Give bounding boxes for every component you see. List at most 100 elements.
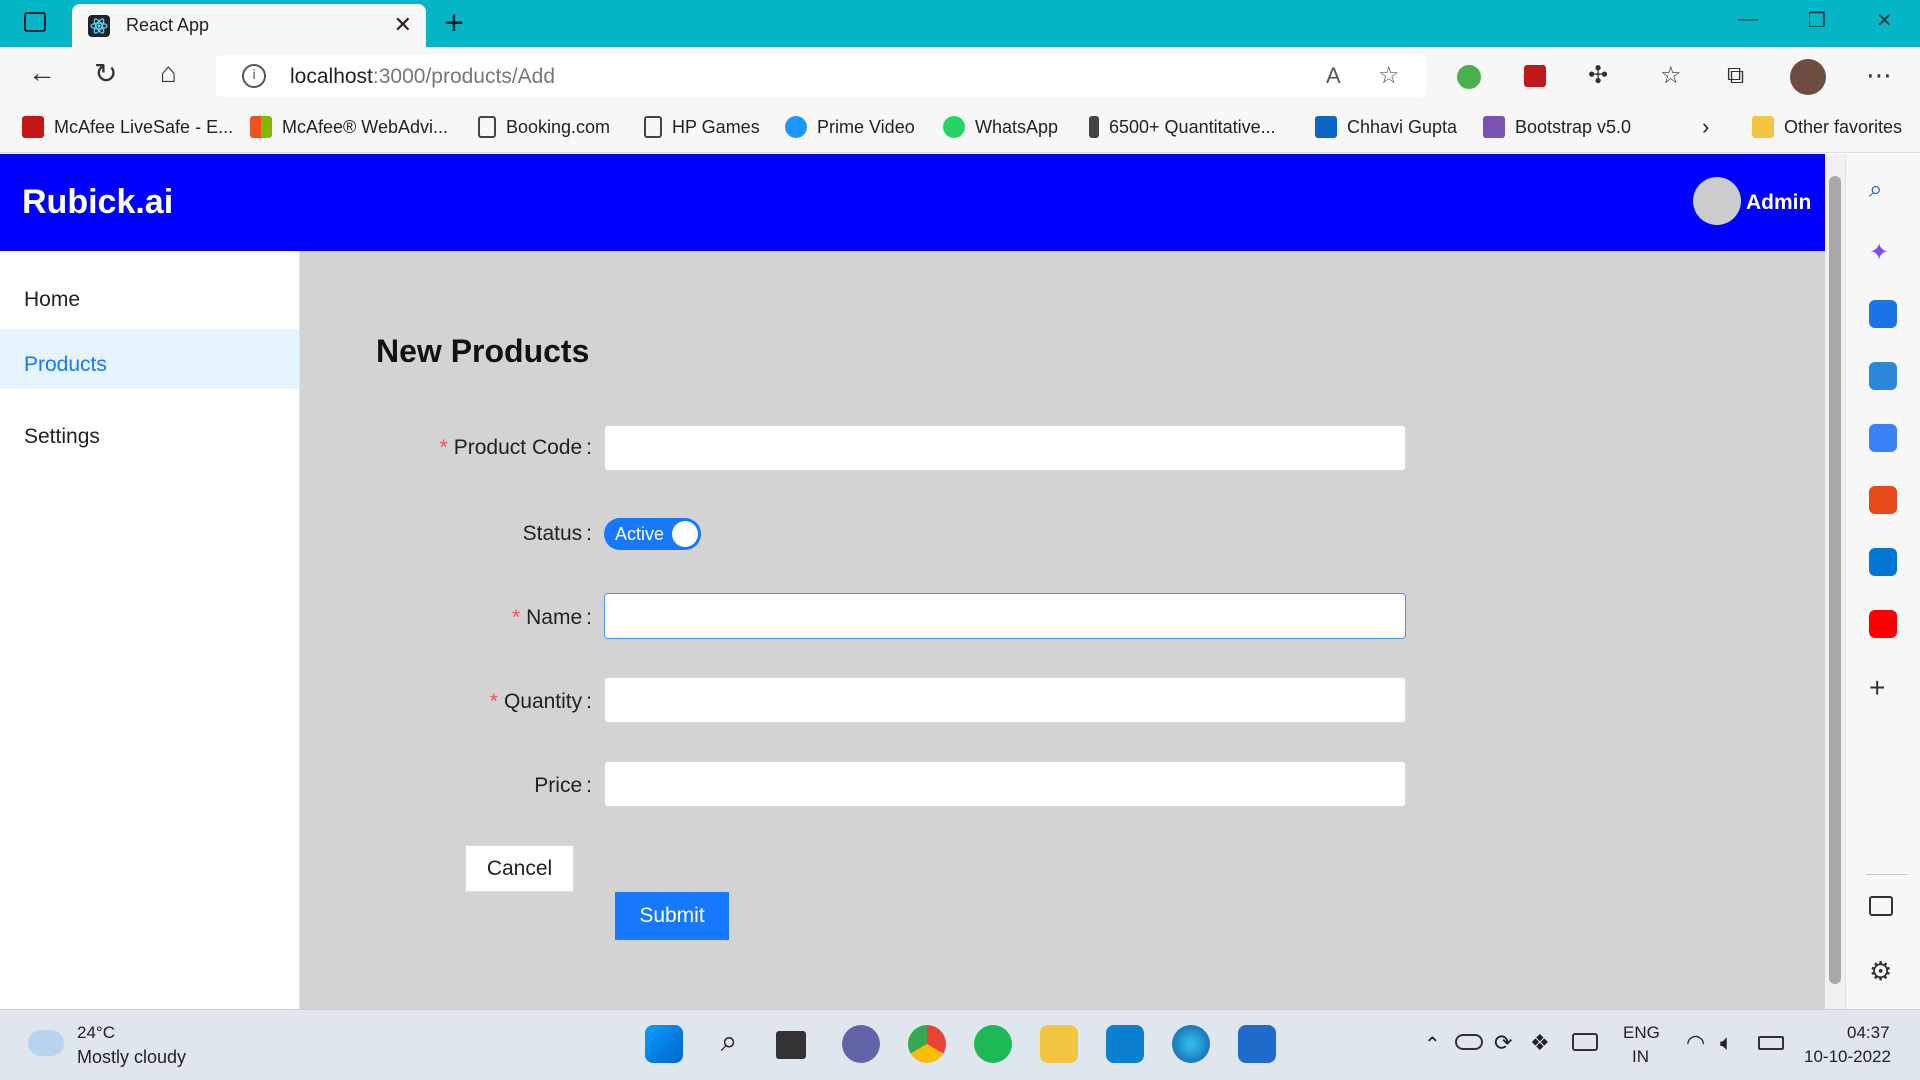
dropbox-icon[interactable]: ❖ <box>1530 1030 1550 1056</box>
hide-sidebar-icon[interactable] <box>1869 896 1893 916</box>
read-aloud-icon[interactable]: A <box>1326 63 1341 89</box>
browser-tab[interactable]: React App ✕ <box>72 4 426 47</box>
show-hidden-icons-chevron-icon[interactable]: ⌃ <box>1424 1032 1441 1057</box>
favorite-bootstrap[interactable]: Bootstrap v5.0 <box>1483 114 1631 140</box>
add-icon[interactable]: + <box>1869 672 1897 703</box>
chrome-icon[interactable] <box>908 1025 946 1063</box>
wifi-icon[interactable]: ◠ <box>1686 1030 1705 1056</box>
favorite-booking[interactable]: Booking.com <box>478 114 610 140</box>
volume-icon[interactable]: 🔈︎ <box>1720 1030 1733 1056</box>
other-favorites[interactable]: Other favorites <box>1752 114 1902 140</box>
quantity-input[interactable] <box>604 677 1406 723</box>
favorite-label: Chhavi Gupta <box>1347 116 1458 137</box>
submit-button[interactable]: Submit <box>615 892 729 940</box>
onedrive-icon[interactable] <box>1455 1034 1483 1050</box>
language-top[interactable]: ENG <box>1623 1023 1660 1043</box>
tab-actions-icon[interactable] <box>24 12 46 32</box>
start-windows-icon[interactable] <box>645 1025 683 1063</box>
label-colon: : <box>586 690 592 713</box>
youtube-icon[interactable] <box>1869 610 1897 638</box>
status-toggle[interactable]: Active <box>604 518 701 550</box>
favorite-whatsapp[interactable]: WhatsApp <box>943 114 1058 140</box>
name-input[interactable] <box>604 593 1406 639</box>
edge-sidebar: ⌕ ✦ + ⚙ <box>1845 154 1920 1009</box>
minimize-icon[interactable]: — <box>1738 8 1758 31</box>
required-mark: * <box>439 436 448 459</box>
weather-desc[interactable]: Mostly cloudy <box>77 1047 186 1068</box>
sync-icon[interactable]: ⟳ <box>1494 1030 1512 1056</box>
favorite-label: WhatsApp <box>975 116 1059 137</box>
user-avatar[interactable] <box>1693 177 1741 225</box>
games-icon[interactable] <box>1869 424 1897 452</box>
page-icon <box>644 116 662 138</box>
clock-date[interactable]: 10-10-2022 <box>1804 1047 1891 1067</box>
sidebar-item-home[interactable]: Home <box>0 264 299 324</box>
clock-time[interactable]: 04:37 <box>1847 1023 1890 1043</box>
keyboard-icon[interactable] <box>1572 1033 1598 1051</box>
shopping-tag-icon[interactable] <box>1869 300 1897 328</box>
product-code-input[interactable] <box>604 425 1406 471</box>
url-text: localhost:3000/products/Add <box>290 65 555 89</box>
site-info-icon[interactable]: i <box>242 64 266 88</box>
spotify-icon[interactable] <box>974 1025 1012 1063</box>
price-input[interactable] <box>604 761 1406 807</box>
favorite-label: McAfee LiveSafe - E... <box>54 116 234 137</box>
address-bar[interactable]: i localhost:3000/products/Add A ☆ <box>216 55 1426 97</box>
tools-icon[interactable] <box>1869 362 1897 390</box>
favorites-icon[interactable]: ☆ <box>1660 61 1682 90</box>
photos-icon[interactable] <box>1238 1025 1276 1063</box>
user-name[interactable]: Admin <box>1746 191 1811 215</box>
task-view-icon[interactable] <box>776 1031 806 1059</box>
outlook-icon[interactable] <box>1869 548 1897 576</box>
favorite-prime-video[interactable]: Prime Video <box>785 114 915 140</box>
edge-icon[interactable] <box>1172 1025 1210 1063</box>
more-favorites-chevron-icon[interactable]: › <box>1702 114 1709 140</box>
mcafee-extension-icon[interactable] <box>1524 65 1546 87</box>
label-text: Name <box>526 606 583 629</box>
file-explorer-icon[interactable] <box>1040 1025 1078 1063</box>
refresh-icon[interactable]: ↻ <box>94 57 117 90</box>
language-bottom[interactable]: IN <box>1632 1047 1649 1067</box>
weather-temp[interactable]: 24°C <box>77 1023 115 1043</box>
collections-icon[interactable]: ⧉ <box>1727 62 1744 90</box>
restore-icon[interactable]: ❐ <box>1808 8 1826 33</box>
linkedin-icon <box>1315 116 1337 138</box>
copilot-icon[interactable]: ✦ <box>1869 238 1897 266</box>
home-icon[interactable]: ⌂ <box>160 57 177 89</box>
battery-icon[interactable] <box>1758 1036 1784 1050</box>
scrollbar-thumb[interactable] <box>1829 176 1841 984</box>
price-label: Price: <box>534 774 592 798</box>
weather-icon[interactable] <box>28 1030 64 1056</box>
add-favorite-icon[interactable]: ☆ <box>1378 61 1400 90</box>
search-icon[interactable]: ⌕ <box>1869 176 1897 204</box>
extensions-icon[interactable]: ✣ <box>1588 61 1608 90</box>
sidebar: Home Products Settings <box>0 251 300 1009</box>
more-menu-icon[interactable]: ⋯ <box>1866 60 1892 91</box>
cancel-button[interactable]: Cancel <box>465 845 574 892</box>
sidebar-item-settings[interactable]: Settings <box>0 401 299 461</box>
required-mark: * <box>511 606 521 629</box>
sidebar-divider <box>1866 874 1908 875</box>
new-tab-button[interactable]: + <box>444 4 464 43</box>
favorite-mcafee-webadvisor[interactable]: McAfee® WebAdvi... <box>250 114 448 140</box>
extension-green-icon[interactable] <box>1457 65 1481 89</box>
brand-logo[interactable]: Rubick.ai <box>22 183 173 222</box>
office-icon[interactable] <box>1869 486 1897 514</box>
teams-chat-icon[interactable] <box>842 1025 880 1063</box>
settings-gear-icon[interactable]: ⚙ <box>1869 956 1897 986</box>
favorites-bar: McAfee LiveSafe - E... McAfee® WebAdvi..… <box>0 103 1920 153</box>
window-close-icon[interactable]: ✕ <box>1876 8 1893 33</box>
favorite-quantitative[interactable]: 6500+ Quantitative... <box>1089 114 1276 140</box>
profile-avatar[interactable] <box>1790 59 1826 95</box>
search-taskbar-icon[interactable]: ⌕ <box>710 1025 748 1063</box>
favorite-chhavi-gupta[interactable]: Chhavi Gupta <box>1315 114 1457 140</box>
tab-close-icon[interactable]: ✕ <box>394 12 412 38</box>
site-icon <box>1089 116 1099 138</box>
page-scrollbar[interactable] <box>1825 154 1845 1009</box>
favorite-mcafee-livesafe[interactable]: McAfee LiveSafe - E... <box>22 114 233 140</box>
favorite-hp-games[interactable]: HP Games <box>644 114 760 140</box>
sidebar-item-products[interactable]: Products <box>0 329 299 389</box>
back-icon[interactable]: ← <box>28 57 56 89</box>
vscode-icon[interactable] <box>1106 1025 1144 1063</box>
status-toggle-label: Active <box>615 524 665 544</box>
